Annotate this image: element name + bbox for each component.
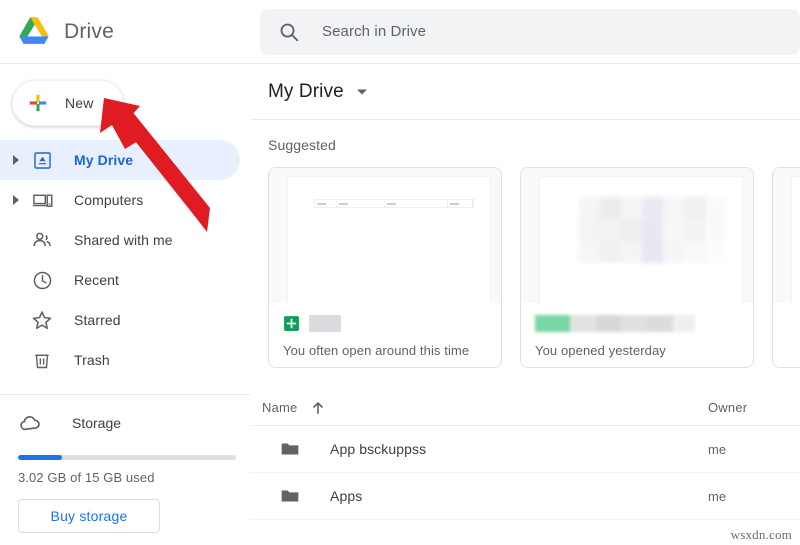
suggested-card[interactable]	[772, 167, 800, 368]
sidebar-item-computers[interactable]: Computers	[0, 180, 240, 220]
main-content: My Drive Suggested	[250, 0, 800, 545]
search-bar[interactable]	[260, 8, 800, 55]
brand-title: Drive	[64, 19, 115, 43]
card-meta	[773, 303, 800, 367]
sidebar-item-label: Starred	[74, 312, 121, 328]
google-drive-logo-icon	[19, 16, 49, 44]
document-preview	[539, 176, 743, 303]
row-name-cell: App bsckuppss	[262, 439, 708, 459]
storage-progress-bar	[18, 455, 236, 460]
sidebar-item-recent[interactable]: Recent	[0, 260, 240, 300]
sidebar-item-trash[interactable]: Trash	[0, 340, 240, 380]
column-header-name-label: Name	[262, 400, 298, 415]
expand-caret-icon[interactable]	[8, 192, 24, 208]
sidebar-item-shared-with-me[interactable]: Shared with me	[0, 220, 240, 260]
storage-usage-text: 3.02 GB of 15 GB used	[18, 470, 155, 485]
suggested-card[interactable]: You opened yesterday	[520, 167, 754, 368]
row-owner: me	[708, 488, 727, 504]
sidebar-item-label: Shared with me	[74, 232, 173, 248]
blurred-preview	[552, 183, 738, 299]
sidebar-item-label: My Drive	[74, 152, 134, 168]
file-list-header: Name Owner	[250, 390, 800, 426]
card-thumbnail	[269, 168, 501, 303]
column-header-name[interactable]: Name	[262, 400, 708, 415]
arrow-up-icon	[313, 401, 324, 414]
card-caption: You opened yesterday	[535, 343, 666, 358]
folder-icon	[281, 443, 299, 455]
breadcrumb-title[interactable]: My Drive	[268, 81, 344, 103]
brand-header[interactable]: Drive	[0, 0, 250, 64]
sidebar-item-starred[interactable]: Starred	[0, 300, 240, 340]
cloud-icon	[18, 411, 42, 435]
card-title-redacted	[309, 314, 341, 332]
row-name-label: App bsckuppss	[330, 441, 427, 457]
plus-icon	[29, 94, 47, 112]
sheet-preview	[287, 176, 491, 303]
search-bar-area	[250, 0, 800, 64]
google-drive-window: Drive New My Drive Computers Shared with…	[0, 0, 800, 545]
card-caption: You often open around this time	[283, 343, 470, 358]
suggested-heading: Suggested	[268, 137, 336, 153]
breadcrumb: My Drive	[250, 64, 800, 120]
table-row[interactable]: Apps me	[250, 473, 800, 520]
row-name-label: Apps	[330, 488, 363, 504]
column-header-owner[interactable]: Owner	[708, 400, 800, 415]
card-meta: You often open around this time	[269, 303, 501, 367]
clock-icon	[30, 268, 54, 292]
shared-with-me-icon	[30, 228, 54, 252]
new-button-label: New	[65, 95, 94, 111]
new-button[interactable]: New	[12, 80, 124, 126]
row-owner: me	[708, 441, 727, 457]
folder-icon	[281, 490, 299, 502]
storage-label: Storage	[72, 415, 122, 431]
sidebar: Drive New My Drive Computers Shared with…	[0, 0, 250, 545]
google-sheets-icon	[284, 315, 299, 331]
sheet-header-row	[314, 199, 474, 208]
star-icon	[30, 308, 54, 332]
card-meta: You opened yesterday	[521, 303, 753, 367]
sidebar-item-label: Trash	[74, 352, 110, 368]
sidebar-item-storage[interactable]: Storage	[0, 403, 250, 443]
suggested-card[interactable]: You often open around this time	[268, 167, 502, 368]
sidebar-item-my-drive[interactable]: My Drive	[0, 140, 240, 180]
search-icon	[280, 23, 299, 41]
computers-icon	[30, 188, 54, 212]
sidebar-nav: My Drive Computers Shared with me Recent…	[0, 140, 250, 380]
search-input[interactable]	[322, 23, 742, 40]
buy-storage-button[interactable]: Buy storage	[18, 499, 160, 533]
sidebar-divider	[0, 394, 250, 395]
trash-icon	[30, 348, 54, 372]
sidebar-item-label: Computers	[74, 192, 144, 208]
watermark: wsxdn.com	[730, 527, 792, 542]
card-thumbnail	[773, 168, 800, 303]
my-drive-icon	[30, 148, 54, 172]
chevron-down-icon[interactable]	[356, 86, 368, 98]
new-button-wrap: New	[0, 64, 250, 134]
expand-caret-icon[interactable]	[8, 152, 24, 168]
card-title-redacted	[535, 314, 695, 332]
table-row[interactable]: App bsckuppss me	[250, 426, 800, 473]
storage-progress-fill	[18, 455, 62, 460]
sidebar-item-label: Recent	[74, 272, 119, 288]
file-list: Name Owner App bsckuppss me Apps me	[250, 390, 800, 520]
card-thumbnail	[521, 168, 753, 303]
row-name-cell: Apps	[262, 486, 708, 506]
document-preview	[791, 176, 800, 303]
blurred-grid	[578, 197, 727, 263]
suggested-cards: You often open around this time You open…	[250, 153, 800, 368]
